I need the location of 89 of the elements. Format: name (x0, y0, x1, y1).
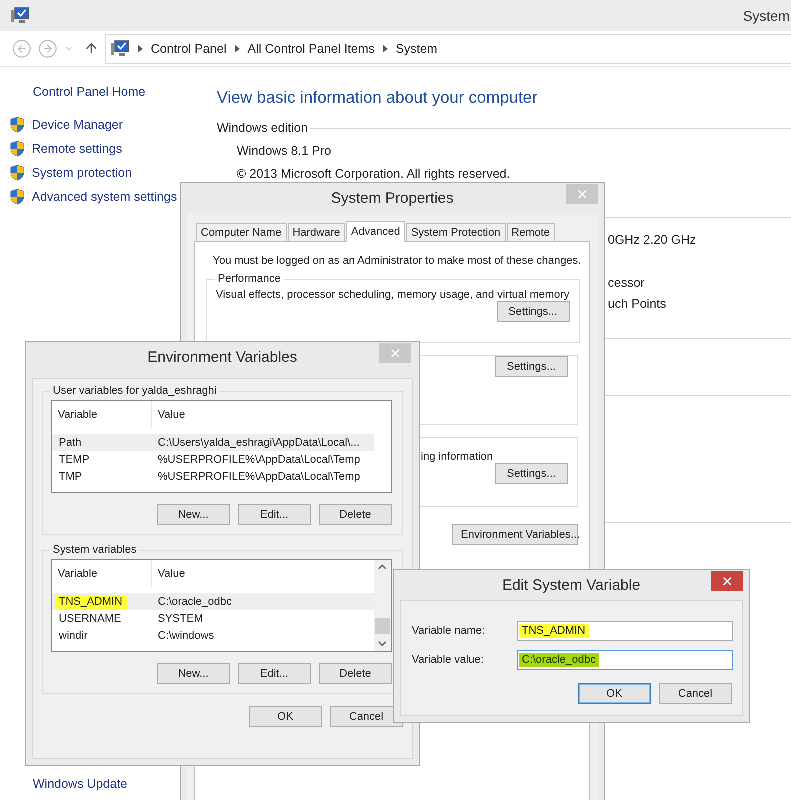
group-title: System variables (52, 544, 138, 556)
dialog-title: System Properties (331, 190, 454, 206)
list-action-button[interactable]: Edit... (238, 504, 311, 525)
dialog-button[interactable]: Cancel (659, 683, 732, 704)
group-text: ing information (421, 451, 494, 463)
scrollbar[interactable] (374, 560, 391, 651)
computer-icon (110, 40, 130, 58)
info-text: 0GHz 2.20 GHz (608, 233, 698, 247)
forward-icon[interactable] (38, 38, 58, 58)
section-title: Windows edition (217, 121, 308, 135)
computer-icon (10, 6, 30, 24)
scroll-down-icon[interactable] (378, 641, 387, 647)
input-field[interactable]: TNS_ADMIN (517, 621, 733, 641)
column-header[interactable]: Variable (52, 560, 152, 587)
list-cell: TNS_ADMIN (55, 594, 127, 608)
info-text: uch Points (608, 297, 668, 311)
sidebar-link[interactable]: Remote settings (10, 137, 217, 161)
shield-icon (10, 189, 25, 205)
list-action-button[interactable]: Delete (319, 663, 392, 684)
field-label: Variable value: (412, 654, 485, 666)
breadcrumb-item[interactable]: All Control Panel Items (248, 42, 375, 56)
settings-button[interactable]: Settings... (496, 301, 570, 322)
list-row[interactable]: TEMP %USERPROFILE%\AppData\Local\Temp (52, 451, 374, 468)
tab[interactable]: Advanced (346, 221, 406, 242)
settings-button[interactable]: Settings... (495, 463, 568, 484)
breadcrumb-item[interactable]: Control Panel (151, 42, 227, 56)
close-icon (720, 574, 734, 588)
list-cell-text: %USERPROFILE%\AppData\Local\Temp (157, 470, 362, 482)
column-header[interactable]: Value (152, 401, 391, 428)
list-cell-text: %USERPROFILE%\AppData\Local\Temp (157, 454, 362, 466)
breadcrumb-item[interactable]: System (396, 42, 438, 56)
list-row[interactable]: TNS_ADMIN C:\oracle_odbc (52, 593, 374, 610)
tab[interactable]: System Protection (406, 223, 506, 241)
list-row[interactable]: TMP %USERPROFILE%\AppData\Local\Temp (52, 468, 374, 485)
address-bar[interactable]: Control Panel All Control Panel Items System (105, 34, 791, 64)
list-cell-text: C:\Users\yalda_eshragi\AppData\Local\... (157, 436, 361, 448)
list-row[interactable]: USERNAME SYSTEM (52, 610, 374, 627)
list-row[interactable]: Path C:\Users\yalda_eshragi\AppData\Local\... (52, 434, 374, 451)
field-label: Variable name: (412, 625, 486, 637)
close-button[interactable] (711, 571, 743, 591)
shield-icon (10, 141, 25, 157)
dialog-title: Edit System Variable (502, 576, 641, 594)
chevron-right-icon (138, 44, 143, 52)
list-action-button[interactable]: New... (157, 663, 230, 684)
list-cell-text: C:\windows (157, 630, 216, 642)
list-row[interactable]: windir C:\windows (52, 627, 374, 644)
shield-icon (10, 117, 25, 133)
chevron-right-icon (234, 44, 240, 52)
tab[interactable]: Remote (506, 223, 556, 241)
sidebar-link[interactable]: Advanced system settings (10, 185, 217, 209)
list-cell-text: TMP (58, 470, 84, 484)
group-title: User variables for yalda_eshraghi (52, 385, 218, 397)
tab[interactable]: Computer Name (196, 223, 287, 241)
column-header[interactable]: Variable (52, 401, 152, 428)
list-cell-text: USERNAME (58, 612, 122, 626)
column-header[interactable]: Value (152, 560, 374, 587)
dialog-button[interactable]: OK (249, 706, 322, 727)
close-icon (388, 346, 402, 360)
list-action-button[interactable]: Delete (319, 504, 392, 525)
list-cell-text: Path (58, 436, 83, 450)
chevron-right-icon (382, 44, 388, 52)
close-icon (576, 188, 588, 200)
info-text: © 2013 Microsoft Corporation. All rights reserved. (237, 167, 512, 181)
input-field[interactable]: C:\oracle_odbc (517, 650, 733, 670)
info-text: Windows 8.1 Pro (237, 144, 332, 158)
scroll-up-icon[interactable] (378, 564, 387, 570)
list-cell-text: C:\oracle_odbc (157, 596, 233, 608)
list-cell-text: SYSTEM (157, 612, 204, 624)
scrollbar-thumb[interactable] (375, 618, 390, 634)
sidebar-link[interactable]: Device Manager (10, 113, 217, 137)
environment-variables-button[interactable]: Environment Variables... (452, 524, 578, 545)
info-text: cessor (608, 276, 646, 290)
group-text: Visual effects, processor scheduling, memory usage, and virtual memory (216, 289, 570, 301)
list-action-button[interactable]: New... (157, 504, 230, 525)
tab[interactable]: Hardware (288, 223, 346, 241)
settings-button[interactable]: Settings... (495, 356, 568, 377)
sidebar-link[interactable]: System protection (10, 161, 217, 185)
list-action-button[interactable]: Edit... (238, 663, 311, 684)
back-icon[interactable] (12, 38, 32, 58)
list-cell-text: windir (58, 628, 89, 642)
page-heading: View basic information about your computer (217, 89, 539, 108)
window-title: System (743, 8, 790, 24)
dialog-title: Environment Variables (148, 348, 298, 366)
dialog-button[interactable]: OK (578, 683, 651, 704)
group-title: Performance (217, 273, 282, 285)
sidebar-link[interactable]: Control Panel Home (33, 85, 217, 99)
note-text: You must be logged on as an Administrator to make most of these changes. (213, 255, 578, 267)
list-cell-text: TEMP (58, 452, 91, 466)
shield-icon (10, 165, 25, 181)
